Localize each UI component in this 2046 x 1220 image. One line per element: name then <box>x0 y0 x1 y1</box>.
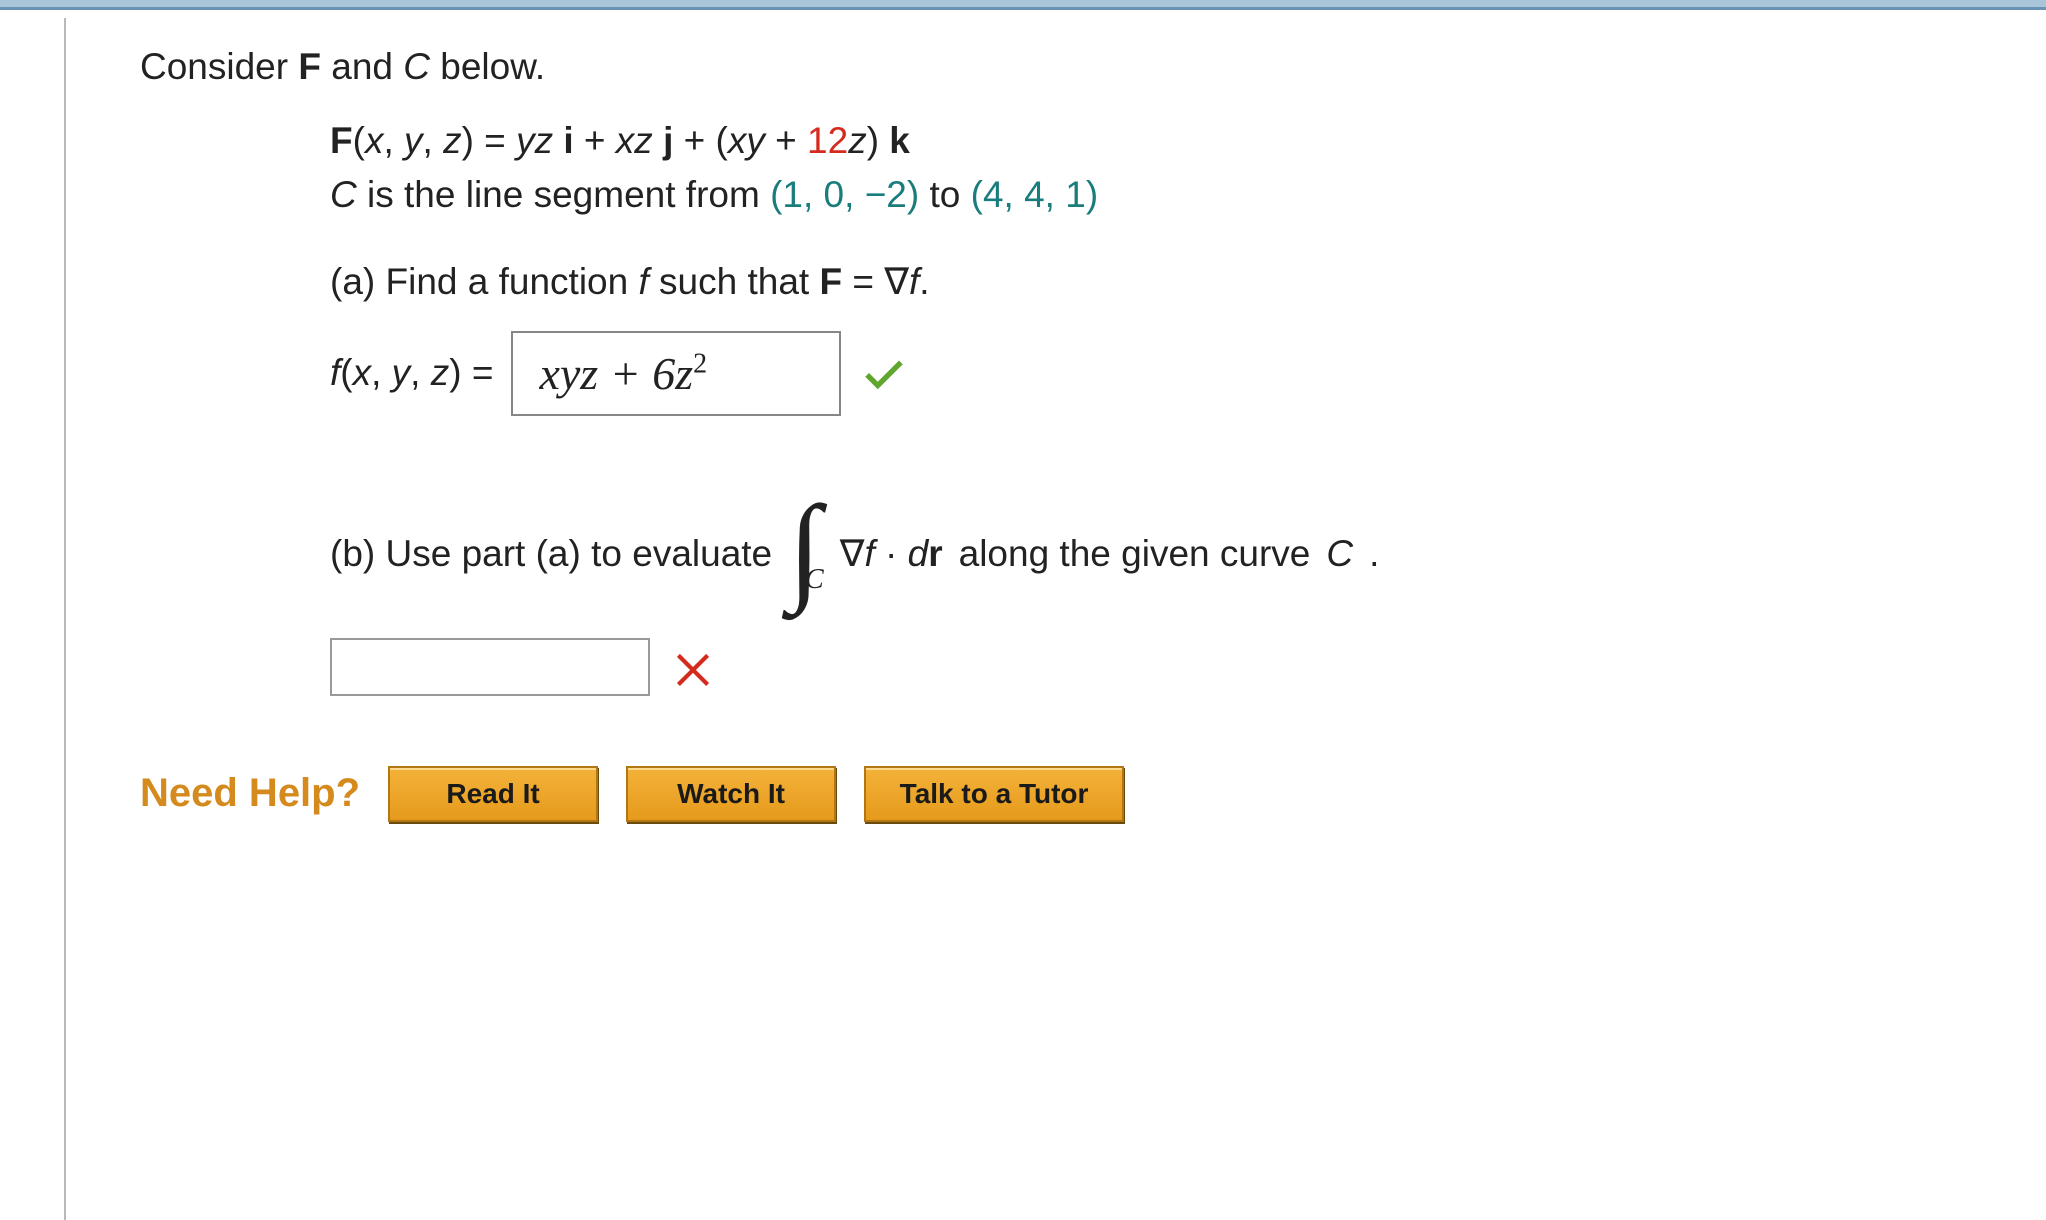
checkmark-icon <box>859 348 909 398</box>
vec-i: i <box>563 120 573 161</box>
need-help-row: Need Help? Read It Watch It Talk to a Tu… <box>140 766 2006 822</box>
vec-j: j <box>663 120 673 161</box>
pb-label-post: along the given curve <box>959 533 1311 575</box>
integral-icon: ∫ <box>788 500 821 596</box>
pa-lhs-open: ( <box>340 352 352 393</box>
part-a-lhs: f(x, y, z) = <box>330 352 493 394</box>
definition-block: F(x, y, z) = yz i + xz j + (xy + 12z) k … <box>330 116 2006 696</box>
part-a: (a) Find a function f such that F = ∇f. … <box>330 260 2006 416</box>
vec-open: ( <box>353 120 365 161</box>
vec-close-eq: ) = <box>462 120 517 161</box>
intro-prefix: Consider <box>140 46 298 87</box>
read-it-button[interactable]: Read It <box>388 766 598 822</box>
part-b-answer-input[interactable] <box>330 638 650 696</box>
vec-plus1: + <box>574 120 616 161</box>
pa-lhs-f: f <box>330 352 340 393</box>
problem-body: Consider F and C below. F(x, y, z) = yz … <box>0 10 2046 822</box>
pb-label-pre: (b) Use part (a) to evaluate <box>330 533 772 575</box>
part-a-question: (a) Find a function f such that F = ∇f. <box>330 260 2006 303</box>
p2-c1: , <box>1004 174 1025 215</box>
vec-k: k <box>889 120 910 161</box>
integrand: ∇f · dr <box>840 532 943 575</box>
pa-lhs-y: y <box>392 352 411 393</box>
pa-eq: = ∇ <box>842 261 909 302</box>
vec-closep: ) <box>867 120 890 161</box>
vec-plus3: + <box>765 120 807 161</box>
curve-C: C <box>330 174 357 215</box>
p1-close: ) <box>907 174 919 215</box>
pa-lhs-z: z <box>431 352 450 393</box>
integrand-r: r <box>928 533 942 574</box>
part-a-answer-row: f(x, y, z) = xyz + 6z2 <box>330 331 2006 416</box>
p2-c2: , <box>1045 174 1066 215</box>
p1-c2: , <box>844 174 865 215</box>
pa-lhs-x: x <box>353 352 372 393</box>
cross-icon <box>668 642 718 692</box>
grad-symbol: ∇ <box>840 533 865 574</box>
p1-open: ( <box>770 174 782 215</box>
intro-and: and <box>321 46 403 87</box>
talk-to-tutor-button[interactable]: Talk to a Tutor <box>864 766 1124 822</box>
need-help-label: Need Help? <box>140 771 360 816</box>
pa-f: f <box>638 261 648 302</box>
integrand-f: f <box>864 533 874 574</box>
vector-field-line: F(x, y, z) = yz i + xz j + (xy + 12z) k <box>330 116 2006 166</box>
integrand-dot: · <box>875 533 908 574</box>
part-a-answer-exp: 2 <box>693 349 707 380</box>
p2-a: 4 <box>983 174 1004 215</box>
p2-b: 4 <box>1024 174 1045 215</box>
vec-z: z <box>443 120 462 161</box>
vec-zt: z <box>848 120 867 161</box>
p1-a: 1 <box>782 174 803 215</box>
vec-c2: , <box>423 120 444 161</box>
pa-label: (a) Find a function <box>330 261 638 302</box>
part-b-question: (b) Use part (a) to evaluate ∫ C ∇f · dr… <box>330 506 2006 602</box>
p2-open: ( <box>971 174 983 215</box>
pb-period: . <box>1369 533 1379 575</box>
intro-C: C <box>403 46 430 87</box>
p1-c: −2 <box>865 174 907 215</box>
intro-line: Consider F and C below. <box>140 46 2006 88</box>
part-a-answer-input[interactable]: xyz + 6z2 <box>511 331 841 416</box>
p2-close: ) <box>1086 174 1098 215</box>
vec-coef12: 12 <box>807 120 848 161</box>
watch-it-button[interactable]: Watch It <box>626 766 836 822</box>
vec-x: x <box>365 120 384 161</box>
vec-c1: , <box>383 120 404 161</box>
pa-lhs-close: ) = <box>449 352 493 393</box>
curve-to: to <box>919 174 970 215</box>
vec-xy: xy <box>728 120 765 161</box>
part-a-answer-main: xyz + 6z <box>539 348 693 399</box>
pa-lhs-c1: , <box>371 352 392 393</box>
vec-sp2 <box>653 120 663 161</box>
vec-plus2: + ( <box>673 120 728 161</box>
pa-period: . <box>919 261 929 302</box>
p2-c: 1 <box>1065 174 1086 215</box>
p1-c1: , <box>803 174 824 215</box>
window-titlebar-strip <box>0 0 2046 10</box>
pb-curve-C: C <box>1326 533 1353 575</box>
vec-y: y <box>404 120 423 161</box>
p1-b: 0 <box>824 174 845 215</box>
pa-mid: such that <box>649 261 820 302</box>
pa-F: F <box>819 261 842 302</box>
integral-expression: ∫ C <box>788 506 824 602</box>
integrand-d: d <box>908 533 929 574</box>
part-b-answer-row <box>330 638 2006 696</box>
pa-lhs-c2: , <box>410 352 431 393</box>
curve-text1: is the line segment from <box>357 174 770 215</box>
left-separator-line <box>64 18 66 1220</box>
curve-line: C is the line segment from (1, 0, −2) to… <box>330 170 2006 220</box>
intro-F: F <box>298 46 321 87</box>
intro-suffix: below. <box>430 46 545 87</box>
pa-f2: f <box>909 261 919 302</box>
vec-F: F <box>330 120 353 161</box>
vec-yz: yz <box>516 120 553 161</box>
vec-sp1 <box>553 120 563 161</box>
vec-xz: xz <box>616 120 653 161</box>
